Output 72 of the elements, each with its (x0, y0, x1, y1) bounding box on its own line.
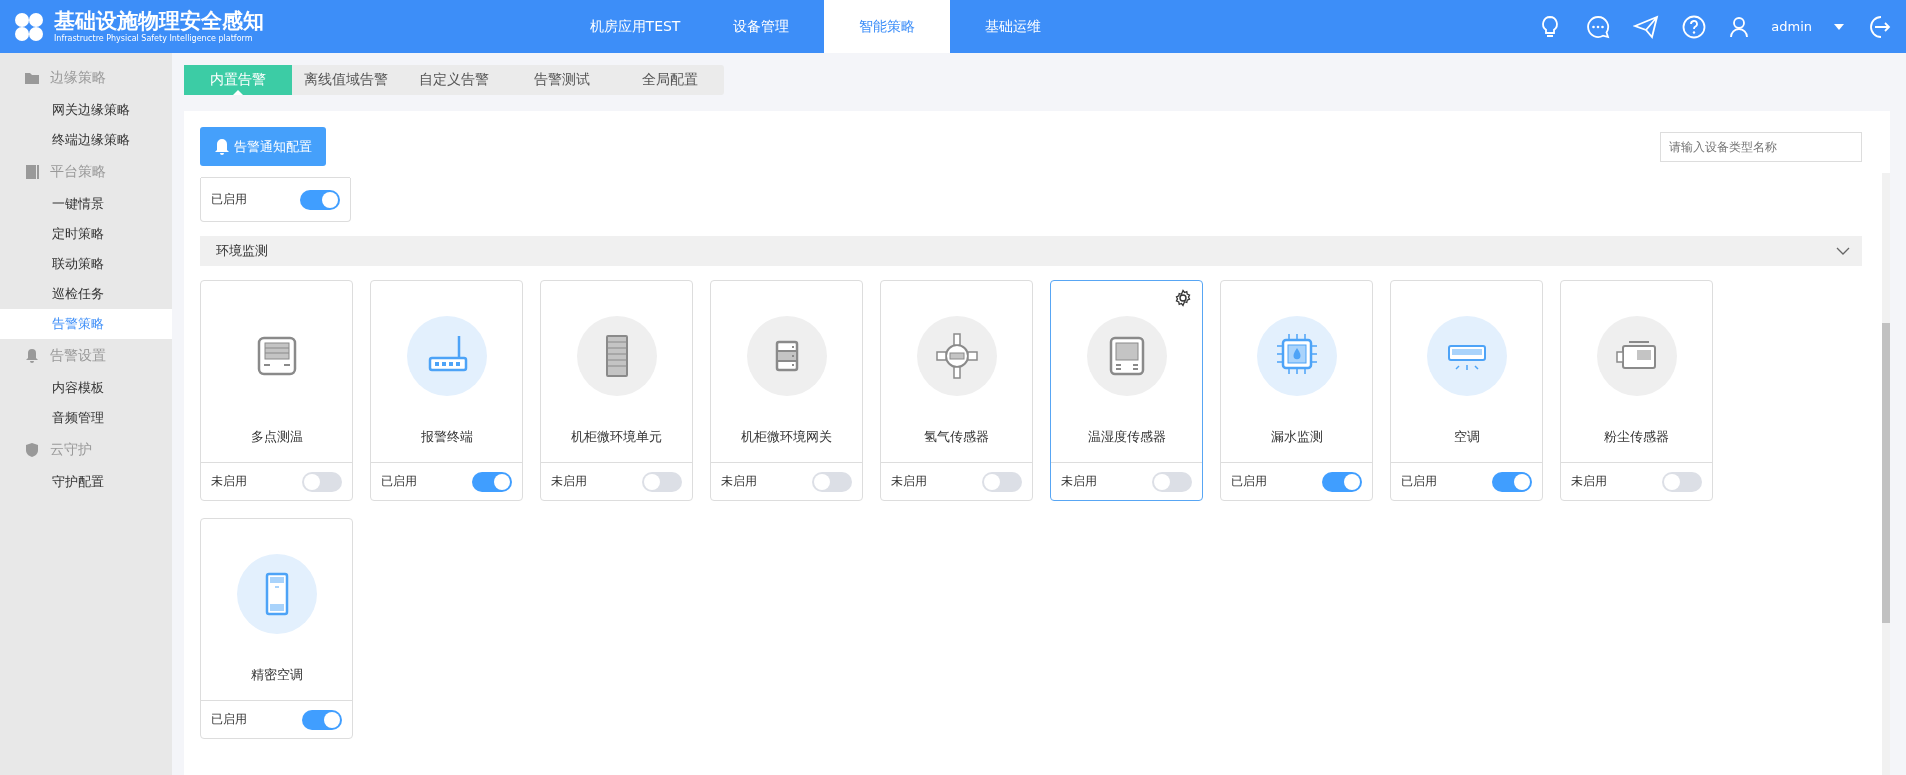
device-card[interactable]: 报警终端 已启用 (370, 280, 523, 501)
toggle-switch[interactable] (1662, 471, 1702, 492)
tab[interactable]: 自定义告警 (400, 65, 508, 95)
toggle-switch[interactable] (1492, 471, 1532, 492)
device-name: 多点测温 (250, 428, 303, 446)
toggle-switch[interactable] (812, 471, 852, 492)
device-card[interactable]: 氢气传感器 未启用 (880, 280, 1033, 501)
search-field[interactable]: 请输入设备类型名称 (1660, 131, 1862, 162)
sidebar-item[interactable]: 内容模板 (0, 373, 172, 403)
sidebar-item[interactable]: 巡检任务 (0, 279, 172, 309)
toggle-switch[interactable] (1322, 471, 1362, 492)
device-card[interactable]: 空调 已启用 (1390, 280, 1543, 501)
device-card[interactable]: 机柜微环境网关 未启用 (710, 280, 863, 501)
device-card[interactable]: 漏水监测 已启用 (1220, 280, 1373, 501)
hexagon-logo-icon (12, 11, 46, 42)
group-title: 环境监测 (216, 242, 268, 260)
device-card[interactable]: 粉尘传感器 未启用 (1560, 280, 1713, 501)
device-name: 机柜微环境网关 (741, 428, 832, 446)
settings-icon[interactable] (1174, 289, 1192, 307)
toggle-switch[interactable] (642, 471, 682, 492)
tab[interactable]: 离线值域告警 (292, 65, 400, 95)
sidebar-item[interactable]: 一键情景 (0, 189, 172, 219)
toggle-switch[interactable] (300, 189, 340, 210)
device-card[interactable]: 机柜微环境单元 未启用 (540, 280, 693, 501)
sidebar-item[interactable]: 音频管理 (0, 403, 172, 433)
status-label: 已启用 (211, 711, 247, 728)
send-icon[interactable] (1633, 13, 1660, 40)
tab[interactable]: 告警测试 (508, 65, 616, 95)
device-icon (24, 164, 40, 180)
bell-icon (24, 348, 40, 364)
status-label: 未启用 (891, 473, 927, 490)
sidebar-item[interactable]: 守护配置 (0, 467, 172, 497)
status-label: 已启用 (1401, 473, 1437, 490)
sidebar-item[interactable]: 终端边缘策略 (0, 125, 172, 155)
device-card[interactable]: 精密空调 已启用 (200, 518, 353, 739)
status-label: 已启用 (381, 473, 417, 490)
toggle-switch[interactable] (1152, 471, 1192, 492)
scrollbar[interactable] (1882, 173, 1890, 775)
device-name: 氢气传感器 (924, 428, 989, 446)
bell-icon (214, 137, 230, 156)
sidebar-item[interactable]: 定时策略 (0, 219, 172, 249)
folder-icon (24, 70, 40, 86)
device-name: 精密空调 (250, 666, 303, 684)
device-name: 粉尘传感器 (1604, 428, 1669, 446)
status-label: 未启用 (1061, 473, 1097, 490)
status-label: 已启用 (211, 191, 247, 208)
toggle-switch[interactable] (302, 471, 342, 492)
tab[interactable]: 全局配置 (616, 65, 724, 95)
status-label: 未启用 (211, 473, 247, 490)
chat-icon[interactable] (1585, 13, 1612, 40)
device-card[interactable]: 温湿度传感器 未启用 (1050, 280, 1203, 501)
shield-icon (24, 442, 40, 458)
toggle-switch[interactable] (472, 471, 512, 492)
sidebar-item[interactable]: 网关边缘策略 (0, 95, 172, 125)
app-subtitle: Infrastructre Physical Safety Intelligence platform (54, 33, 254, 43)
device-name: 报警终端 (420, 428, 473, 446)
app-title: 基础设施物理安全感知 (54, 10, 264, 34)
toggle-switch[interactable] (982, 471, 1022, 492)
status-label: 未启用 (551, 473, 587, 490)
device-name: 漏水监测 (1270, 428, 1323, 446)
toggle-switch[interactable] (302, 709, 342, 730)
device-name: 空调 (1453, 428, 1480, 446)
sidebar-item[interactable]: 联动策略 (0, 249, 172, 279)
status-label: 未启用 (721, 473, 757, 490)
device-name: 机柜微环境单元 (571, 428, 662, 446)
caret-icon[interactable] (1834, 23, 1844, 30)
device-name: 温湿度传感器 (1087, 428, 1166, 446)
group-header[interactable]: 环境监测 (200, 236, 1862, 266)
device-card[interactable]: 多点测温 未启用 (200, 280, 353, 501)
help-icon[interactable] (1681, 13, 1708, 40)
status-label: 已启用 (1231, 473, 1267, 490)
status-label: 未启用 (1571, 473, 1607, 490)
